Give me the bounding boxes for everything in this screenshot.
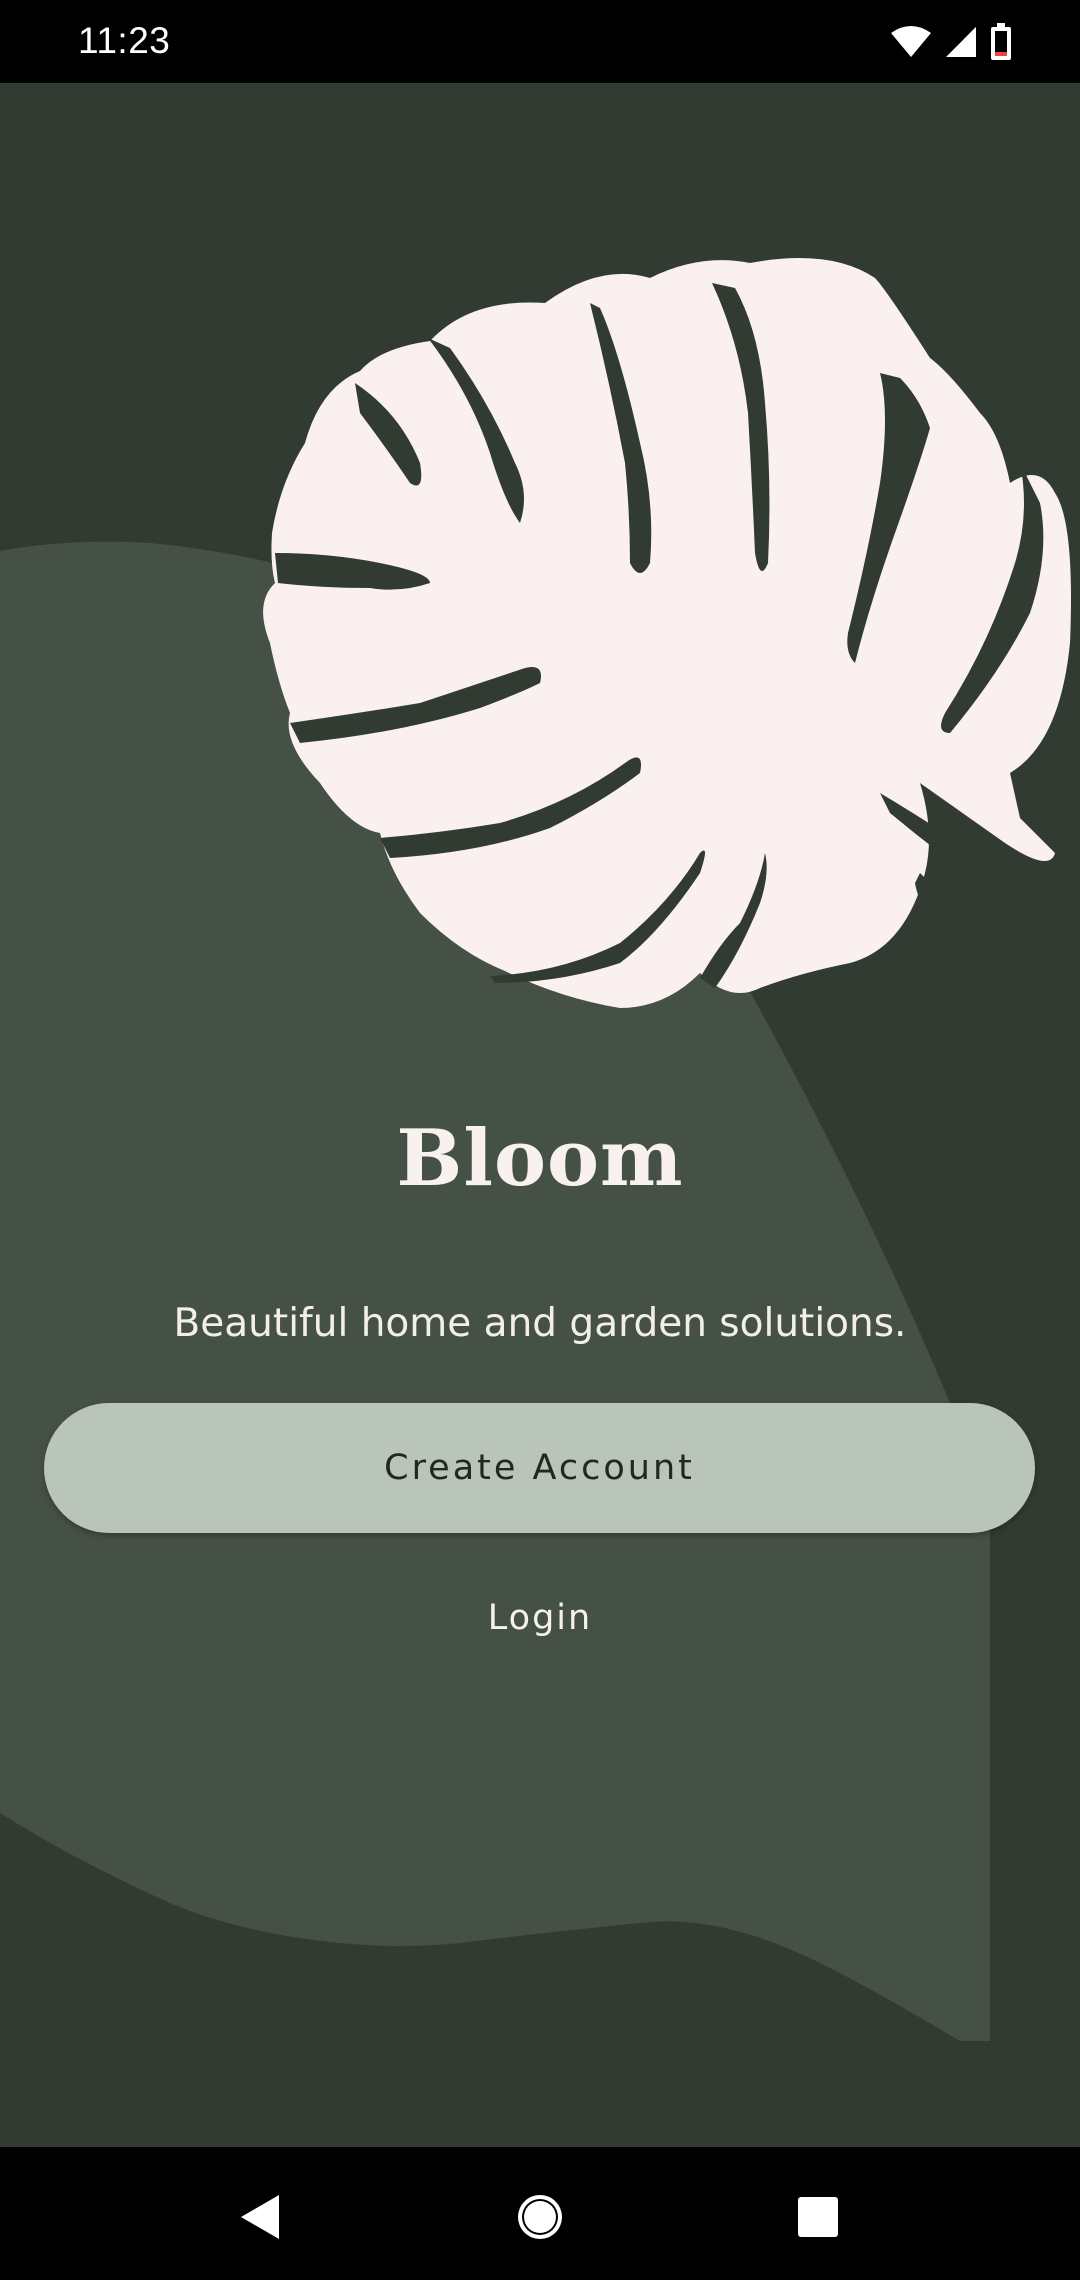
back-icon: [241, 2195, 279, 2239]
app-tagline: Beautiful home and garden solutions.: [173, 1301, 907, 1346]
wifi-icon: [891, 26, 931, 57]
recents-button[interactable]: [778, 2177, 858, 2257]
recents-icon: [798, 2197, 838, 2237]
battery-icon: [991, 23, 1011, 60]
phone-screen: 11:23 Bloom Beautiful home and garden so…: [0, 0, 1080, 2280]
app-title: Bloom: [396, 1113, 684, 1204]
status-icons: [890, 22, 1012, 62]
home-icon: [518, 2195, 562, 2239]
welcome-screen: Bloom Beautiful home and garden solution…: [0, 83, 1080, 2147]
back-button[interactable]: [220, 2177, 300, 2257]
status-time: 11:23: [78, 20, 171, 61]
create-account-button[interactable]: Create Account: [44, 1403, 1035, 1533]
status-bar: 11:23: [0, 0, 1080, 83]
login-button[interactable]: Login: [390, 1573, 690, 1663]
cell-signal-icon: [946, 27, 976, 57]
home-button[interactable]: [500, 2177, 580, 2257]
navigation-bar: [0, 2147, 1080, 2280]
